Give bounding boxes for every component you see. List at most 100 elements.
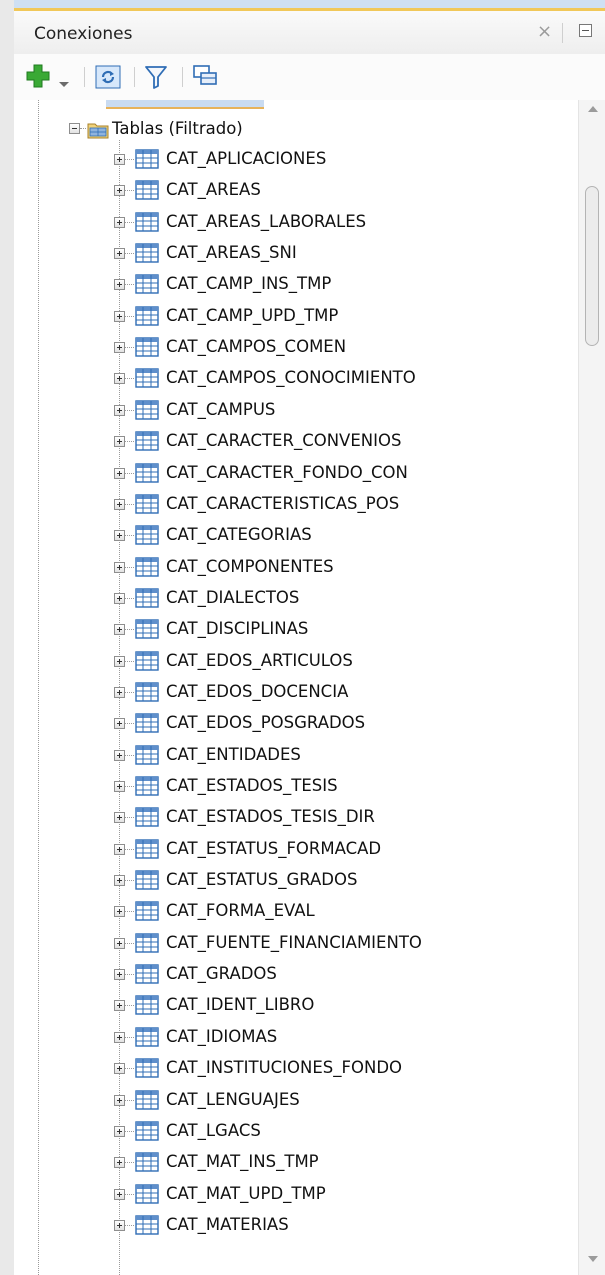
expand-icon[interactable] [114,530,125,541]
expand-icon[interactable] [114,499,125,510]
table-label[interactable]: CAT_DIALECTOS [166,588,299,607]
table-label[interactable]: CAT_LGACS [166,1121,261,1140]
expand-icon[interactable] [114,718,125,729]
table-row[interactable]: CAT_COMPONENTES [14,554,578,582]
add-connection-icon[interactable] [26,64,50,92]
expand-icon[interactable] [114,217,125,228]
table-label[interactable]: CAT_GRADOS [166,964,277,983]
table-label[interactable]: CAT_DISCIPLINAS [166,619,308,638]
table-row[interactable]: CAT_IDIOMAS [14,1024,578,1052]
table-row[interactable]: CAT_ESTATUS_FORMACAD [14,836,578,864]
table-label[interactable]: CAT_CARACTERISTICAS_POS [166,494,399,513]
table-row[interactable]: CAT_CAMP_INS_TMP [14,271,578,299]
expand-icon[interactable] [114,781,125,792]
table-label[interactable]: CAT_AREAS_LABORALES [166,212,366,231]
expand-icon[interactable] [114,248,125,259]
table-row[interactable]: CAT_FUENTE_FINANCIAMIENTO [14,930,578,958]
table-row[interactable]: CAT_CARACTER_FONDO_CON [14,460,578,488]
table-label[interactable]: CAT_MAT_INS_TMP [166,1152,319,1171]
table-label[interactable]: CAT_AREAS [166,180,261,199]
expand-icon[interactable] [114,1126,125,1137]
expand-icon[interactable] [114,938,125,949]
table-row[interactable]: CAT_LGACS [14,1118,578,1146]
table-row[interactable]: CAT_CARACTERISTICAS_POS [14,491,578,519]
expand-icon[interactable] [114,1157,125,1168]
table-label[interactable]: CAT_CAMPOS_CONOCIMIENTO [166,368,416,387]
table-label[interactable]: CAT_AREAS_SNI [166,243,297,262]
expand-icon[interactable] [114,342,125,353]
table-label[interactable]: CAT_ESTATUS_FORMACAD [166,839,381,858]
table-row[interactable]: CAT_DISCIPLINAS [14,616,578,644]
table-row[interactable]: CAT_LENGUAJES [14,1087,578,1115]
expand-icon[interactable] [114,1063,125,1074]
table-row[interactable]: CAT_MAT_UPD_TMP [14,1181,578,1209]
table-row[interactable]: CAT_CAMPOS_CONOCIMIENTO [14,365,578,393]
folder-label[interactable]: Tablas (Filtrado) [112,119,243,138]
expand-icon[interactable] [114,1032,125,1043]
table-label[interactable]: CAT_CAMP_INS_TMP [166,274,331,293]
table-label[interactable]: CAT_CAMPOS_COMEN [166,337,346,356]
expand-icon[interactable] [114,1000,125,1011]
table-label[interactable]: CAT_LENGUAJES [166,1090,300,1109]
table-row[interactable]: CAT_DIALECTOS [14,585,578,613]
table-label[interactable]: CAT_CAMPUS [166,400,275,419]
expand-icon[interactable] [114,687,125,698]
table-label[interactable]: CAT_FORMA_EVAL [166,901,315,920]
expand-icon[interactable] [114,1220,125,1231]
expand-icon[interactable] [114,311,125,322]
table-row[interactable]: CAT_MAT_INS_TMP [14,1149,578,1177]
table-label[interactable]: CAT_MATERIAS [166,1215,289,1234]
expand-icon[interactable] [114,906,125,917]
expand-icon[interactable] [114,436,125,447]
expand-icon[interactable] [114,1095,125,1106]
table-row[interactable]: CAT_ESTADOS_TESIS [14,773,578,801]
table-row[interactable]: CAT_CATEGORIAS [14,522,578,550]
table-row[interactable]: CAT_CAMP_UPD_TMP [14,303,578,331]
table-label[interactable]: CAT_ESTADOS_TESIS_DIR [166,807,375,826]
table-label[interactable]: CAT_IDIOMAS [166,1027,277,1046]
table-label[interactable]: CAT_CAMP_UPD_TMP [166,306,338,325]
table-label[interactable]: CAT_EDOS_POSGRADOS [166,713,365,732]
expand-icon[interactable] [114,562,125,573]
table-row[interactable]: CAT_ENTIDADES [14,742,578,770]
expand-icon[interactable] [114,750,125,761]
table-label[interactable]: CAT_ENTIDADES [166,745,301,764]
close-icon[interactable]: × [537,21,552,42]
expand-icon[interactable] [114,468,125,479]
table-row[interactable]: CAT_EDOS_POSGRADOS [14,710,578,738]
table-row[interactable]: CAT_INSTITUCIONES_FONDO [14,1055,578,1083]
scroll-up-icon[interactable] [588,106,598,112]
table-row[interactable]: CAT_AREAS [14,177,578,205]
expand-icon[interactable] [114,812,125,823]
table-label[interactable]: CAT_COMPONENTES [166,557,334,576]
expand-icon[interactable] [114,154,125,165]
expand-icon[interactable] [114,656,125,667]
table-label[interactable]: CAT_EDOS_DOCENCIA [166,682,348,701]
expand-icon[interactable] [114,405,125,416]
expand-icon[interactable] [114,1189,125,1200]
table-label[interactable]: CAT_FUENTE_FINANCIAMIENTO [166,933,422,952]
table-row[interactable]: CAT_GRADOS [14,961,578,989]
collapse-icon[interactable] [69,123,80,134]
expand-icon[interactable] [114,185,125,196]
scroll-down-icon[interactable] [588,1256,598,1262]
table-row[interactable]: CAT_ESTATUS_GRADOS [14,867,578,895]
table-row[interactable]: CAT_APLICACIONES [14,146,578,174]
refresh-icon[interactable] [94,64,122,94]
table-row[interactable]: CAT_CAMPUS [14,397,578,425]
expand-icon[interactable] [114,875,125,886]
table-label[interactable]: CAT_CARACTER_CONVENIOS [166,431,401,450]
table-label[interactable]: CAT_ESTATUS_GRADOS [166,870,357,889]
filter-icon[interactable] [144,64,168,94]
minimize-icon[interactable] [579,24,592,37]
expand-icon[interactable] [114,593,125,604]
table-label[interactable]: CAT_IDENT_LIBRO [166,995,314,1014]
table-row[interactable]: CAT_IDENT_LIBRO [14,992,578,1020]
table-row[interactable]: CAT_MATERIAS [14,1212,578,1240]
table-label[interactable]: CAT_CATEGORIAS [166,525,312,544]
table-label[interactable]: CAT_ESTADOS_TESIS [166,776,338,795]
table-row[interactable]: CAT_FORMA_EVAL [14,898,578,926]
table-label[interactable]: CAT_INSTITUCIONES_FONDO [166,1058,402,1077]
table-row[interactable]: CAT_EDOS_ARTICULOS [14,648,578,676]
scrollbar-thumb[interactable] [585,186,599,346]
